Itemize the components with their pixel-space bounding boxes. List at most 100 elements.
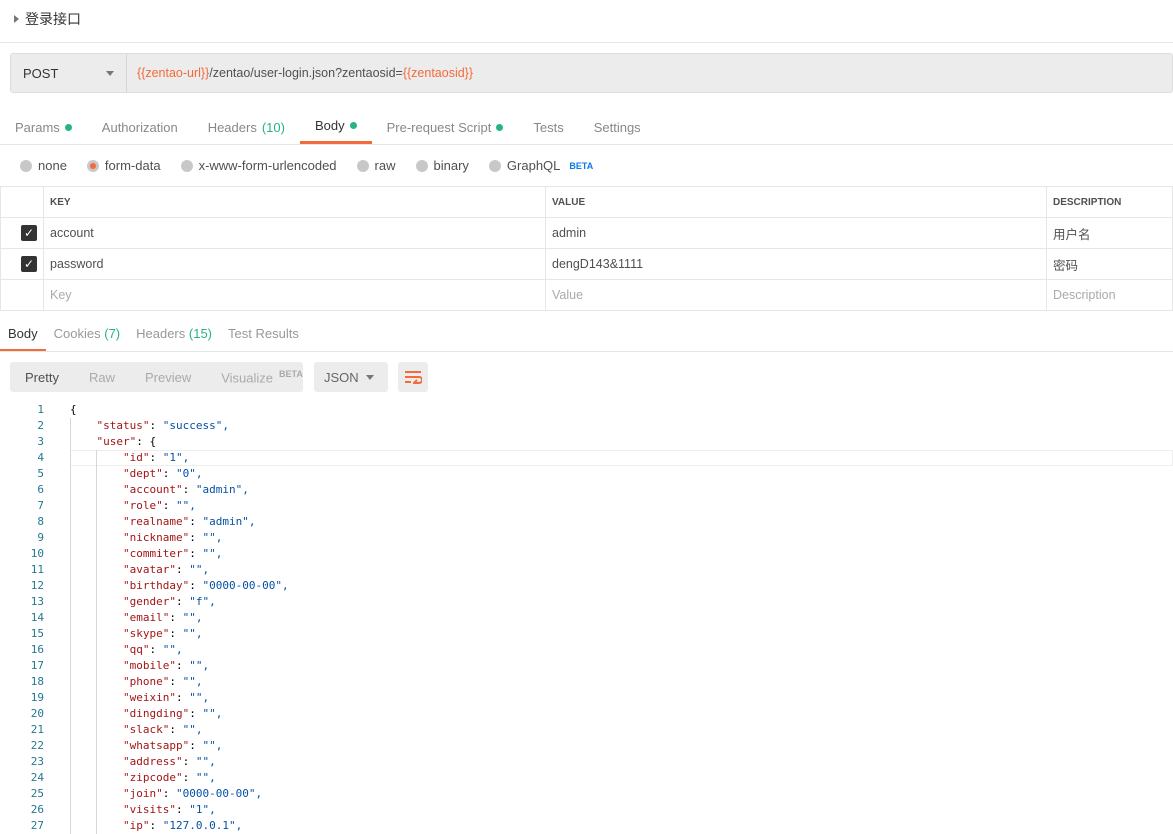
tab-label: Pre-request Script: [386, 119, 492, 135]
tab-pretty[interactable]: Pretty: [10, 370, 74, 385]
checkbox-col: [0, 186, 44, 218]
tab-visualize[interactable]: Visualize BETA: [206, 369, 318, 385]
json-value: "success",: [162, 419, 229, 432]
wrap-lines-button[interactable]: [398, 362, 428, 392]
radio-form-data[interactable]: form-data: [86, 158, 161, 173]
value-header: VALUE: [545, 186, 1047, 218]
json-key: "status": [96, 419, 150, 432]
value-cell[interactable]: dengD143&1111: [545, 248, 1047, 280]
key-input[interactable]: Key: [43, 279, 546, 311]
json-value: "",: [162, 643, 183, 656]
json-key: "slack": [122, 723, 170, 736]
json-value: "0000-00-00",: [175, 787, 263, 800]
key-cell[interactable]: password: [43, 248, 546, 280]
radio-icon: [415, 159, 428, 172]
line-text: "dept": "0",: [122, 467, 203, 480]
response-tab-headers[interactable]: Headers (15): [128, 318, 220, 352]
method-select[interactable]: POST: [11, 54, 127, 92]
response-tab-test-results[interactable]: Test Results: [220, 318, 307, 352]
code-line: 23 "address": "",: [0, 754, 289, 770]
json-value: "0000-00-00",: [202, 579, 289, 592]
line-text: "nickname": "",: [122, 531, 223, 544]
tab-label: Tests: [533, 119, 564, 135]
status-dot-icon: [349, 122, 357, 129]
code-line: 16 "qq": "",: [0, 642, 289, 658]
tab-raw[interactable]: Raw: [74, 370, 130, 385]
tab-preview[interactable]: Preview: [130, 370, 206, 385]
radio-GraphQL[interactable]: GraphQL BETA: [488, 158, 593, 173]
line-number: 5: [37, 467, 44, 480]
response-code[interactable]: 1{2 "status": "success", 3 "user": {4 "id…: [0, 402, 289, 834]
line-text: "zipcode": "",: [122, 771, 216, 784]
radio-label: form-data: [104, 158, 161, 173]
line-text: "slack": "",: [122, 723, 203, 736]
line-text: "ip": "127.0.0.1",: [122, 819, 243, 832]
line-number: 15: [30, 627, 44, 640]
radio-icon: [488, 159, 501, 172]
description-input[interactable]: Description: [1046, 279, 1173, 311]
response-tabs: Body Cookies (7) Headers (15) Test Results: [0, 318, 307, 352]
request-title[interactable]: 登录接口: [14, 9, 81, 29]
tab-label: Headers: [207, 119, 257, 135]
url-bar: POST {{zentao-url}}/zentao/user-login.js…: [10, 53, 1173, 93]
json-key: "zipcode": [122, 771, 183, 784]
value-input[interactable]: Value: [545, 279, 1047, 311]
code-line: 5 "dept": "0",: [0, 466, 289, 482]
response-tab-body[interactable]: Body: [0, 318, 46, 352]
line-text: "email": "",: [122, 611, 203, 624]
tab-authorization[interactable]: Authorization: [87, 110, 193, 144]
tab-settings[interactable]: Settings: [579, 110, 656, 144]
json-key: "dingding": [122, 707, 190, 720]
tab-tests[interactable]: Tests: [518, 110, 578, 144]
line-number: 8: [37, 515, 44, 528]
json-value: "1",: [189, 803, 216, 816]
expand-icon[interactable]: [14, 15, 19, 23]
code-line: 12 "birthday": "0000-00-00",: [0, 578, 289, 594]
checkbox[interactable]: ✓: [21, 256, 37, 272]
line-text: "address": "",: [122, 755, 216, 768]
code-line: 17 "mobile": "",: [0, 658, 289, 674]
radio-none[interactable]: none: [20, 158, 67, 173]
request-tabs: Params Authorization Headers (10) Body Pre-re…: [0, 110, 656, 144]
tab-pre-request-script[interactable]: Pre-request Script: [372, 110, 519, 144]
tab-params[interactable]: Params: [0, 110, 87, 144]
key-cell[interactable]: account: [43, 217, 546, 249]
table-row: ✓ password dengD143&1111 密码: [0, 248, 1173, 280]
format-select[interactable]: JSON: [314, 362, 388, 392]
tab-headers[interactable]: Headers (10): [193, 110, 300, 144]
radio-label: binary: [433, 158, 469, 173]
json-key: "realname": [122, 515, 190, 528]
visualize-label: Visualize: [221, 370, 274, 386]
code-line: 18 "phone": "",: [0, 674, 289, 690]
tab-label: Settings: [593, 119, 641, 135]
body-type-radios: none form-data x-www-form-urlencoded raw bin…: [20, 158, 593, 173]
divider: [0, 42, 1173, 43]
response-tab-cookies[interactable]: Cookies (7): [46, 318, 128, 352]
json-value: "",: [189, 563, 210, 576]
json-key: "dept": [122, 467, 163, 480]
description-cell[interactable]: 用户名: [1046, 217, 1173, 249]
json-value: "1",: [162, 451, 190, 464]
url-input[interactable]: {{zentao-url}}/zentao/user-login.json?ze…: [127, 66, 473, 80]
line-text: "commiter": "",: [122, 547, 223, 560]
line-number: 4: [37, 451, 44, 464]
code-line: 24 "zipcode": "",: [0, 770, 289, 786]
radio-x-www-form-urlencoded[interactable]: x-www-form-urlencoded: [180, 158, 337, 173]
description-cell[interactable]: 密码: [1046, 248, 1173, 280]
code-line: 9 "nickname": "",: [0, 530, 289, 546]
json-key: "commiter": [122, 547, 190, 560]
tab-body[interactable]: Body: [299, 110, 372, 144]
tab-label: Cookies: [53, 326, 101, 341]
line-number: 26: [30, 803, 44, 816]
key-header: KEY: [43, 186, 546, 218]
radio-raw[interactable]: raw: [356, 158, 396, 173]
radio-binary[interactable]: binary: [415, 158, 469, 173]
line-text: "weixin": "",: [122, 691, 210, 704]
json-value: "",: [182, 723, 203, 736]
value-cell[interactable]: admin: [545, 217, 1047, 249]
line-number: 7: [37, 499, 44, 512]
checkbox[interactable]: ✓: [21, 225, 37, 241]
json-key: "weixin": [122, 691, 176, 704]
json-key: "nickname": [122, 531, 190, 544]
json-value: {: [149, 435, 157, 448]
